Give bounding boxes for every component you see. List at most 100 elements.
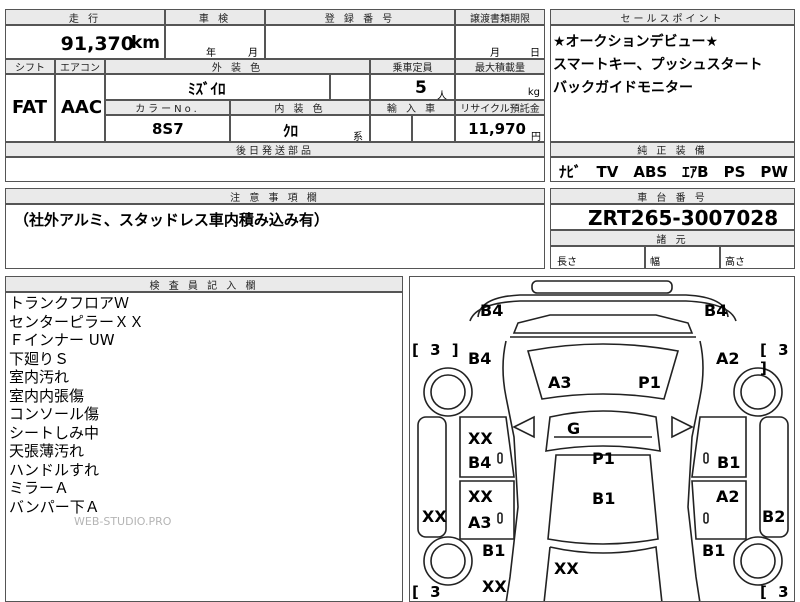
import-header: 輸 入 車: [370, 100, 455, 115]
import-cell-1: [370, 115, 412, 142]
interior-color-suffix: 系: [353, 132, 363, 143]
tire-left-rear-grade: [ 3: [412, 583, 444, 601]
deadline-month-label: 月: [490, 48, 500, 59]
aircon-value: AAC: [61, 97, 103, 118]
mark-p1-roof: P1: [592, 449, 615, 468]
height-cell: 高さ: [720, 246, 795, 269]
color-no-value: 8S7: [152, 120, 184, 138]
inspector-note: ミラーＡ: [9, 479, 70, 497]
damage-diagram: [ 3 ] [ 3 ] [ 3 [ 3 B4 B4 B4 A2 A3 P1 G …: [409, 276, 795, 602]
notes-cell: （社外アルミ、スタッドレス車内積み込み有）: [5, 204, 545, 269]
exterior-color-value: ﾐｽﾞｲﾛ: [188, 80, 226, 98]
shift-cell: FAT: [5, 74, 55, 142]
factory-equipment-cell: ﾅﾋﾞ TV ABS ｴｱB PS PW: [550, 157, 795, 182]
mark-b4-left-front-door: B4: [468, 453, 492, 472]
mark-b4-left-door: B4: [468, 349, 492, 368]
tire-right-rear-grade: [ 3: [760, 583, 792, 601]
inspector-note: センターピラーＸＸ: [9, 312, 145, 331]
interior-color-cell: ｸﾛ 系: [230, 115, 370, 143]
inspector-note: Ｆインナー UW: [9, 331, 115, 349]
inspector-note: コンソール傷: [9, 405, 100, 423]
sales-point-line: バックガイドモニター: [553, 80, 693, 96]
watermark: WEB-STUDIO.PRO: [74, 515, 172, 528]
chassis-no-header: 車 台 番 号: [550, 188, 795, 204]
max-load-unit: kg: [527, 87, 540, 98]
mileage-cell: 91,370 km: [5, 25, 165, 59]
inspector-header: 検 査 員 記 入 欄: [5, 276, 403, 292]
mark-xx-left-rear-door: XX: [468, 487, 493, 506]
recycle-header: リサイクル預託金: [455, 100, 545, 115]
capacity-cell: 5 人: [370, 74, 455, 102]
notes-header: 注 意 事 項 欄: [5, 188, 545, 204]
mark-a3-windshield: A3: [548, 373, 572, 392]
transfer-deadline-cell: 月 日: [455, 25, 545, 59]
recycle-cell: 11,970 円: [455, 115, 545, 143]
chassis-no-value: ZRT265-3007028: [588, 206, 779, 230]
sales-point-header: セールスポイント: [550, 9, 795, 25]
inspector-note: ハンドルすれ: [9, 460, 100, 479]
color-no-header: カラーNo.: [105, 100, 230, 115]
sales-point-line: スマートキー、プッシュスタート: [553, 57, 763, 73]
mileage-unit: km: [130, 33, 160, 53]
shaken-month-label: 月: [248, 48, 258, 59]
inspector-note: バンパー下Ａ: [9, 497, 100, 516]
mark-a3-left-rear-door: A3: [468, 513, 492, 532]
shift-value: FAT: [12, 97, 48, 118]
mark-xx-left-front-door: XX: [468, 429, 493, 448]
inspector-note: トランクフロアＷ: [9, 294, 130, 312]
mark-b1-right-rear-fender: B1: [702, 541, 726, 560]
max-load-cell: kg: [455, 74, 545, 100]
inspector-cell: トランクフロアＷ センターピラーＸＸ Ｆインナー UW 下廻りＳ 室内汚れ 室内…: [5, 292, 403, 602]
mark-a2-right-rear-door: A2: [716, 487, 740, 506]
interior-color-header: 内 装 色: [230, 100, 370, 115]
factory-equipment-header: 純 正 装 備: [550, 142, 795, 157]
shaken-header: 車 検: [165, 9, 265, 25]
aircon-cell: AAC: [55, 74, 105, 142]
factory-equipment-value: ﾅﾋﾞ TV ABS ｴｱB PS PW: [559, 163, 788, 181]
capacity-value: 5: [415, 78, 427, 98]
notes-value: （社外アルミ、スタッドレス車内積み込み有）: [14, 211, 329, 229]
tire-left-front-grade: [ 3 ]: [412, 341, 462, 359]
sales-point-cell: ★オークションデビュー★ スマートキー、プッシュスタート バックガイドモニター: [550, 25, 795, 142]
inspector-note: 室内内張傷: [9, 386, 85, 405]
height-label: 高さ: [725, 257, 745, 268]
mark-b1-right-front-door: B1: [717, 453, 741, 472]
mileage-header: 走 行: [5, 9, 165, 25]
mark-b1-left-rear-fender: B1: [482, 541, 506, 560]
width-label: 幅: [650, 257, 660, 268]
mark-a2-right-fender: A2: [716, 349, 740, 368]
recycle-value: 11,970: [468, 120, 526, 138]
shaken-year-label: 年: [206, 48, 216, 59]
sales-point-line: ★オークションデビュー★: [553, 34, 719, 50]
mark-g-roof: G: [567, 419, 581, 438]
exterior-color-cell: ﾐｽﾞｲﾛ: [105, 74, 330, 100]
inspector-note: 室内汚れ: [9, 368, 70, 386]
max-load-header: 最大積載量: [455, 59, 545, 74]
shaken-cell: 年 月: [165, 25, 265, 59]
recycle-unit: 円: [531, 132, 541, 143]
mark-xx-trunk: XX: [554, 559, 579, 578]
transfer-deadline-header: 譲渡書類期限: [455, 9, 545, 25]
mileage-value: 91,370: [60, 33, 134, 55]
color-no-cell: 8S7: [105, 115, 230, 142]
mark-b4-top-right: B4: [704, 301, 728, 320]
shift-header: シフト: [5, 59, 55, 74]
length-cell: 長さ: [550, 246, 645, 269]
inspector-note: シートしみ中: [9, 423, 100, 442]
tire-right-front-grade: [ 3 ]: [760, 341, 792, 377]
later-parts-header: 後日発送部品: [5, 142, 545, 157]
inspector-note: 下廻りＳ: [9, 349, 70, 368]
mark-xx-left-bottom: XX: [482, 577, 507, 596]
mark-p1-windshield: P1: [638, 373, 661, 392]
exterior-color-extra-cell: [330, 74, 370, 100]
capacity-header: 乗車定員: [370, 59, 455, 74]
mark-b2-right-side: B2: [762, 507, 786, 526]
chassis-no-cell: ZRT265-3007028: [550, 204, 795, 230]
later-parts-cell: [5, 157, 545, 182]
mark-b4-top-left: B4: [480, 301, 504, 320]
width-cell: 幅: [645, 246, 720, 269]
reg-no-cell: [265, 25, 455, 59]
inspector-note: 天張薄汚れ: [9, 442, 85, 460]
interior-color-value: ｸﾛ: [283, 122, 299, 140]
aircon-header: エアコン: [55, 59, 105, 74]
